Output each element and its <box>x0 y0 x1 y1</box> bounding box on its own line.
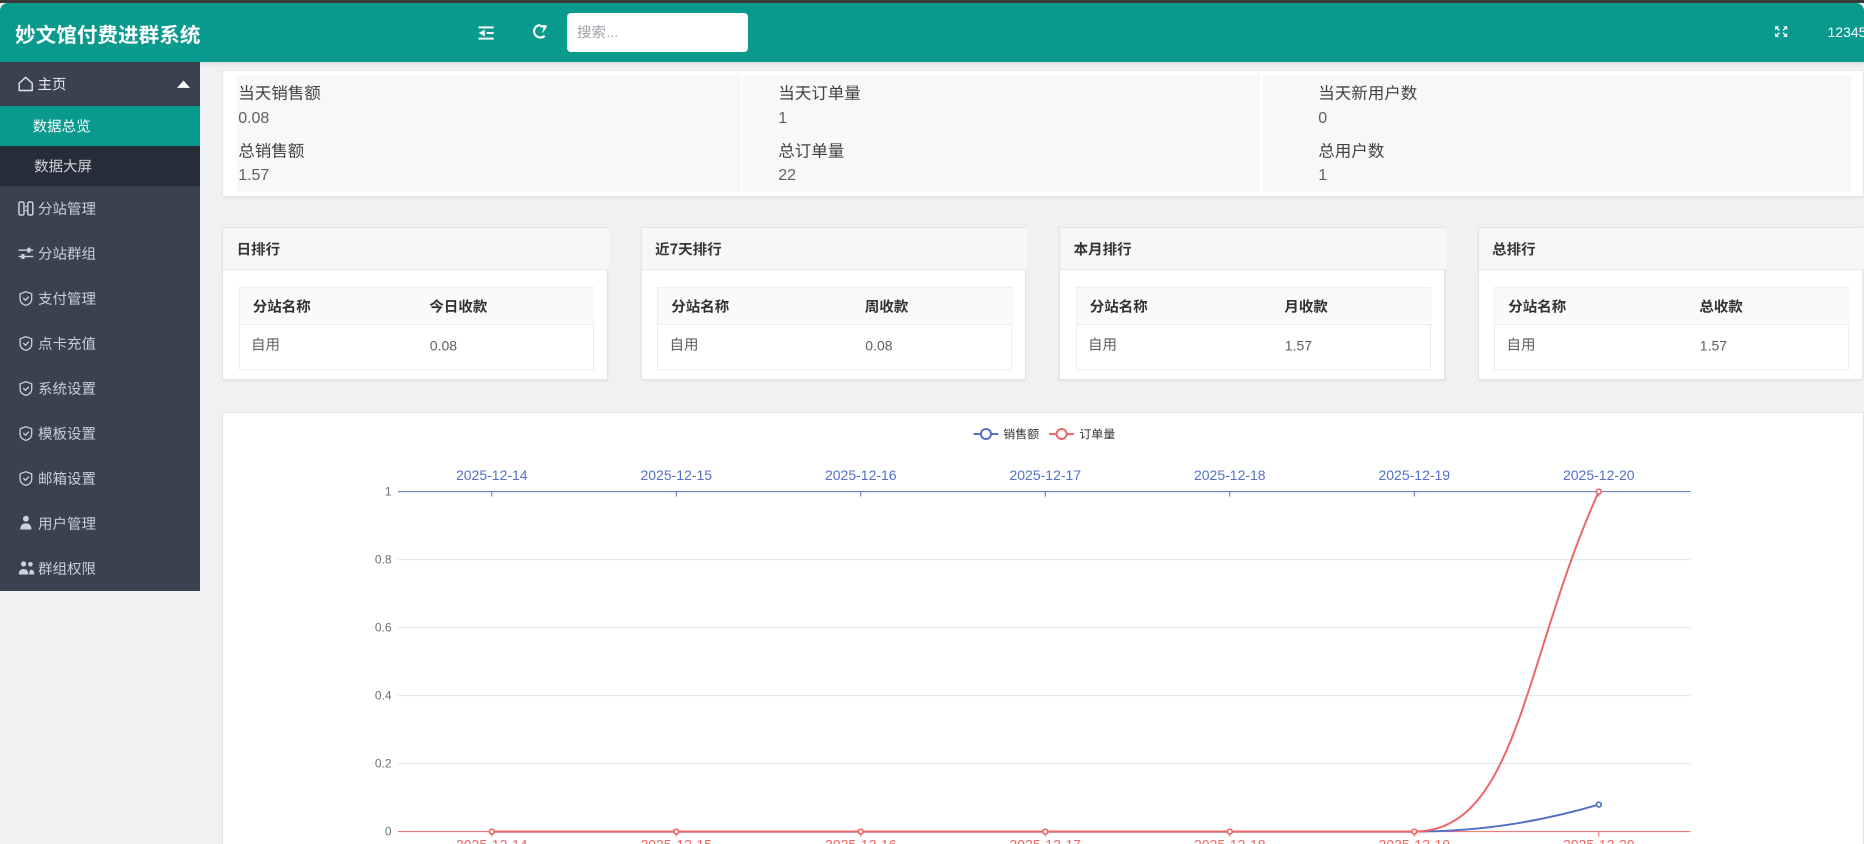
svg-text:2025-12-18: 2025-12-18 <box>1194 837 1266 844</box>
svg-text:0.08: 0.08 <box>430 337 457 353</box>
svg-text:2025-12-17: 2025-12-17 <box>1009 467 1081 483</box>
svg-text:2025-12-16: 2025-12-16 <box>825 837 897 844</box>
svg-text:1: 1 <box>1318 167 1327 184</box>
svg-text:2025-12-18: 2025-12-18 <box>1194 467 1266 483</box>
svg-text:2025-12-19: 2025-12-19 <box>1378 837 1450 844</box>
svg-text:1.57: 1.57 <box>1700 337 1727 353</box>
svg-text:2025-12-19: 2025-12-19 <box>1378 467 1450 483</box>
svg-text:2025-12-15: 2025-12-15 <box>640 467 712 483</box>
svg-text:1.57: 1.57 <box>1285 337 1312 353</box>
svg-text:0.2: 0.2 <box>375 757 392 771</box>
svg-text:2025-12-14: 2025-12-14 <box>456 837 528 844</box>
svg-text:0: 0 <box>385 825 392 839</box>
svg-text:2025-12-20: 2025-12-20 <box>1563 467 1635 483</box>
svg-text:...: ... <box>607 24 619 40</box>
svg-text:0.4: 0.4 <box>375 689 392 703</box>
svg-text:2025-12-16: 2025-12-16 <box>825 467 897 483</box>
svg-text:0.08: 0.08 <box>865 337 892 353</box>
svg-text:0.8: 0.8 <box>375 553 392 567</box>
svg-text:2025-12-15: 2025-12-15 <box>640 837 712 844</box>
svg-text:22: 22 <box>778 167 796 184</box>
svg-text:0.08: 0.08 <box>238 110 269 127</box>
svg-text:1: 1 <box>385 485 392 499</box>
svg-text:0.6: 0.6 <box>375 621 392 635</box>
svg-text:2025-12-20: 2025-12-20 <box>1563 837 1635 844</box>
svg-text:123456789: 123456789 <box>1828 24 1864 40</box>
svg-text:1.57: 1.57 <box>238 167 269 184</box>
svg-text:1: 1 <box>778 110 787 127</box>
svg-text:0: 0 <box>1318 110 1327 127</box>
svg-text:2025-12-17: 2025-12-17 <box>1009 837 1081 844</box>
svg-text:2025-12-14: 2025-12-14 <box>456 467 528 483</box>
